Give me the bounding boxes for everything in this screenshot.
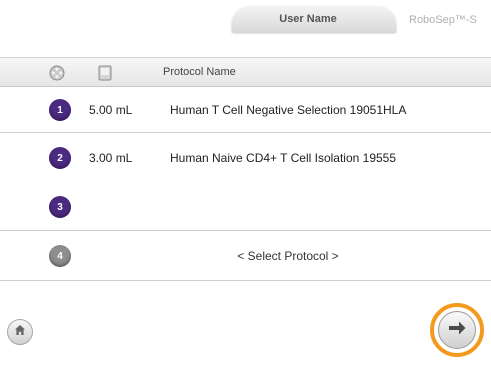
protocol-table-header: Protocol Name (0, 57, 491, 87)
quadrant-1-protocol: Human T Cell Negative Selection 19051HLA (170, 103, 407, 117)
quadrant-row-1[interactable]: 1 5.00 mL Human T Cell Negative Selectio… (0, 87, 491, 133)
quadrant-2-volume: 3.00 mL (89, 151, 133, 165)
arrow-right-icon (447, 319, 467, 342)
top-bar: User Name RoboSep™-S (0, 0, 491, 34)
quadrant-3-badge: 3 (49, 196, 71, 218)
quadrant-2-protocol: Human Naive CD4+ T Cell Isolation 19555 (170, 151, 397, 165)
quadrant-1-badge: 1 (49, 99, 71, 121)
protocol-name-column-header: Protocol Name (163, 66, 236, 78)
user-name-tab[interactable]: User Name (232, 6, 396, 32)
next-button-highlight (430, 303, 484, 357)
quadrant-2-badge: 2 (49, 147, 71, 169)
quadrant-1-volume: 5.00 mL (89, 103, 133, 117)
next-button[interactable] (438, 311, 476, 349)
carousel-icon (49, 65, 65, 86)
home-button[interactable] (7, 319, 33, 345)
brand-logo: RoboSep™-S (409, 14, 477, 26)
home-icon (14, 323, 26, 341)
quadrant-row-4[interactable]: 4 < Select Protocol > (0, 231, 491, 281)
quadrant-row-2[interactable]: 2 3.00 mL Human Naive CD4+ T Cell Isolat… (0, 133, 491, 179)
quadrant-row-3: 3 (0, 179, 491, 231)
reagent-vial-icon (98, 65, 112, 86)
quadrant-4-badge: 4 (49, 245, 71, 267)
user-name-label: User Name (279, 13, 337, 25)
select-protocol-link[interactable]: < Select Protocol > (170, 249, 406, 263)
